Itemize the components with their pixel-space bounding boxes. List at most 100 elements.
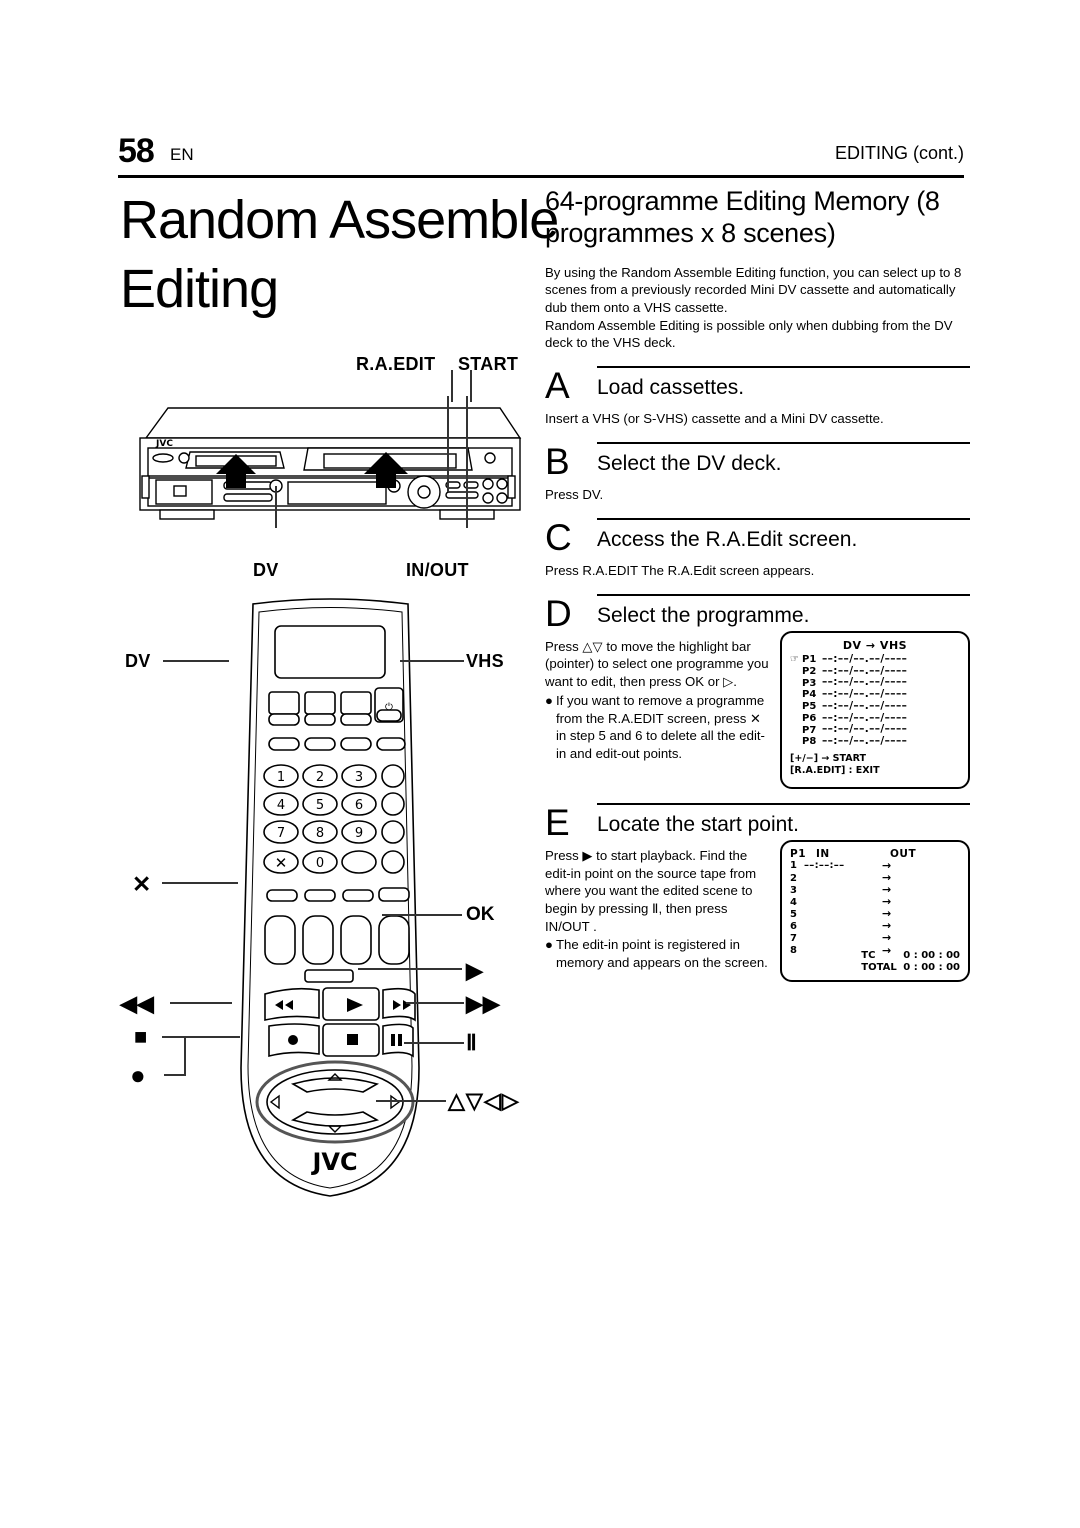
osd-programme-row[interactable]: P8 ––:––/––.––/–––– — [790, 735, 960, 748]
osd-inout-row[interactable]: 5 → — [790, 908, 960, 920]
deck-svg: JVC — [139, 396, 522, 528]
osd-timecode-box: TC 0 : 00 : 00 TOTAL 0 : 00 : 00 — [861, 950, 960, 975]
keypad-key-5: 5 — [316, 798, 324, 813]
osd-programme-label: P2 — [802, 665, 817, 677]
osd-total-label: TOTAL — [861, 962, 897, 974]
osd-programme-row[interactable]: ☞ P1 ––:––/––.––/–––– — [790, 652, 960, 666]
remote-svg: 1 2 3 4 5 6 7 8 9 0 ✕ ⏻ JVC — [240, 598, 420, 1197]
callout-cancel: ✕ — [132, 871, 152, 897]
osd-tc-label: TC — [861, 949, 876, 961]
osd-programme-label: P1 — [790, 847, 807, 860]
page-number: 58 — [118, 132, 155, 170]
leader-line-ok — [382, 914, 462, 916]
bullet-dot-icon: ● — [545, 937, 553, 953]
step-d-bullet: ● If you want to remove a programme from… — [545, 692, 770, 763]
osd-programme-value: ––:––/––.––/–––– — [822, 652, 908, 665]
manual-page: 58 EN EDITING (cont.) Random Assemble Ed… — [0, 0, 1080, 1528]
osd-footer-exit: [R.A.EDIT] : EXIT — [790, 764, 880, 776]
osd-footer: [+/−] → START [R.A.EDIT] : EXIT — [790, 753, 960, 777]
osd-programme-label: P1 — [802, 654, 817, 666]
osd-inout-row[interactable]: 1 ––:––:–– → — [790, 859, 960, 872]
step-e-body: Press ▶ to start playback. Find the edit… — [545, 847, 757, 934]
callout-ok: OK — [466, 904, 495, 925]
osd-scene-number: 7 — [790, 933, 797, 945]
step-divider — [597, 441, 970, 444]
leader-line-record-v — [184, 1036, 186, 1076]
osd-title: DV → VHS — [842, 638, 908, 652]
step-c: C Access the R.A.Edit screen. Press R.A.… — [545, 517, 970, 580]
keypad-key-1: 1 — [277, 770, 285, 785]
callout-stop: ■ — [134, 1024, 148, 1049]
osd-scene-number: 8 — [790, 945, 797, 957]
step-d: D Select the programme. Press △▽ to move… — [545, 592, 970, 789]
remote-control-illustration: 1 2 3 4 5 6 7 8 9 0 ✕ ⏻ JVC — [223, 598, 438, 1218]
osd-rows: ☞ P1 ––:––/––.––/–––– P2 ––:––/––.––/–––– P3–… — [790, 652, 960, 748]
deck-brand-label: JVC — [155, 439, 173, 449]
callout-pause: Ⅱ — [466, 1030, 477, 1055]
callout-arrows: △▽◁▷ — [448, 1088, 520, 1113]
osd-programme-label: P6 — [802, 712, 817, 724]
step-b-title: Select the DV deck. — [597, 452, 782, 476]
illustration-column: R.A.EDIT START JVC DV IN/OUT 1 2 3 4 5 6… — [118, 348, 538, 1508]
osd-col-in: IN — [816, 847, 830, 860]
remote-brand-label: JVC — [310, 1148, 357, 1176]
content-column: 64-programme Editing Memory (8 programme… — [545, 186, 970, 982]
leader-line-record-h2 — [184, 1036, 236, 1038]
page-header: 58 EN EDITING (cont.) — [118, 132, 964, 176]
section-title: EDITING (cont.) — [834, 143, 964, 163]
step-b: B Select the DV deck. Press DV. — [545, 440, 970, 504]
osd-tc-value: 0 : 00 : 00 — [903, 949, 960, 961]
subtitle: 64-programme Editing Memory (8 programme… — [545, 186, 940, 248]
step-a-body: Insert a VHS (or S-VHS) cassette and a M… — [545, 411, 884, 427]
step-e: E Locate the start point. Press ▶ to sta… — [545, 801, 970, 982]
step-divider — [597, 593, 970, 596]
osd-footer-start: [+/−] → START — [790, 752, 866, 764]
osd-in-value: ––:––:–– — [804, 860, 845, 872]
osd-inout-row[interactable]: 4 → — [790, 896, 960, 908]
keypad-key-2: 2 — [316, 770, 324, 785]
leader-line-ff — [406, 1002, 464, 1004]
leader-line-cancel — [162, 882, 238, 884]
intro-text: By using the Random Assemble Editing fun… — [545, 264, 970, 352]
osd-inout-header: P1 IN OUT — [790, 848, 960, 860]
intro-paragraph-1: By using the Random Assemble Editing fun… — [545, 264, 962, 316]
keypad-key-0: 0 — [316, 856, 324, 871]
step-b-letter: B — [545, 440, 570, 482]
osd-programme-row[interactable]: P5 ––:––/––.––/–––– — [790, 699, 960, 713]
osd-tc-row: TC 0 : 00 : 00 — [861, 950, 960, 963]
step-divider — [597, 802, 970, 805]
keypad-key-3: 3 — [355, 770, 363, 785]
osd-programme-list: DV → VHS ☞ P1 ––:––/––.––/–––– P2 ––:––/––.–… — [780, 630, 970, 789]
callout-in-out: IN/OUT — [406, 560, 469, 580]
keypad-key-6: 6 — [355, 798, 363, 813]
callout-play: ▶ — [466, 958, 483, 983]
osd-inout-row[interactable]: 3 → — [790, 884, 960, 896]
step-d-title: Select the programme. — [597, 603, 810, 627]
osd-total-value: 0 : 00 : 00 — [903, 962, 960, 974]
step-d-body: Press △▽ to move the highlight bar (poin… — [545, 638, 769, 690]
osd-programme-label: P5 — [802, 701, 817, 713]
keypad-key-4: 4 — [277, 798, 285, 813]
osd-inout-row[interactable]: 2 → — [790, 871, 960, 884]
callout-dv-deck: DV — [253, 560, 279, 580]
osd-programme-label: P3 — [802, 677, 817, 689]
osd-programme-label: P7 — [802, 724, 817, 736]
step-e-letter: E — [545, 801, 570, 843]
step-divider — [597, 366, 970, 369]
intro-paragraph-2: Random Assemble Editing is possible only… — [545, 317, 953, 351]
callout-ra-edit: R.A.EDIT — [356, 354, 436, 374]
callout-record: ● — [130, 1060, 146, 1090]
osd-scene-number: 3 — [790, 884, 797, 896]
keypad-key-8: 8 — [316, 826, 324, 841]
page-language: EN — [170, 145, 194, 164]
leader-line-record-h — [164, 1074, 186, 1076]
step-b-body: Press DV. — [545, 487, 604, 503]
step-d-letter: D — [545, 592, 572, 634]
step-c-body: Press R.A.EDIT The R.A.Edit screen appea… — [545, 562, 815, 578]
osd-inout-row[interactable]: 7 → — [790, 932, 960, 944]
osd-programme-value: ––:––/––.––/–––– — [822, 699, 908, 712]
callout-rew: ◀◀ — [120, 991, 154, 1016]
step-d-body-wrap: Press △▽ to move the highlight bar (poin… — [545, 638, 770, 763]
osd-inout-row[interactable]: 6 → — [790, 920, 960, 932]
osd-scene-number: 4 — [790, 896, 797, 908]
